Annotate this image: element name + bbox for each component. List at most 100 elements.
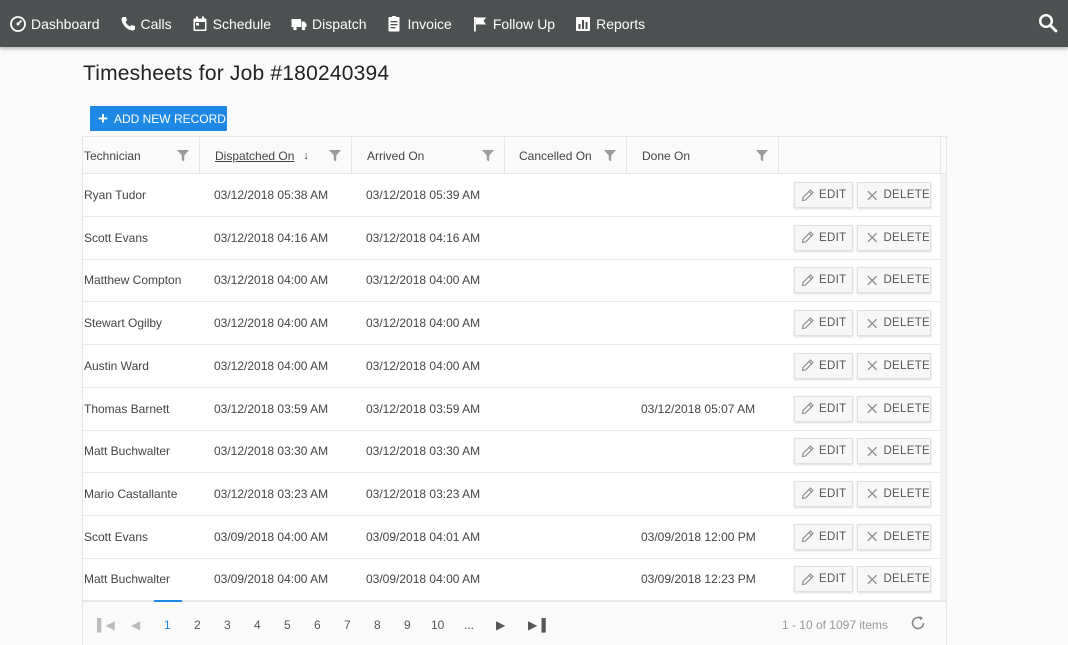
delete-button[interactable]: DELETE xyxy=(857,267,931,294)
delete-button[interactable]: DELETE xyxy=(857,352,931,379)
cell-arrived: 03/12/2018 04:00 AM xyxy=(366,273,481,288)
cell-technician: Matt Buchwalter xyxy=(84,572,171,587)
table-row: Thomas Barnett 03/12/2018 03:59 AM 03/12/2… xyxy=(83,388,946,431)
edit-label: EDIT xyxy=(819,487,847,500)
refresh-icon[interactable] xyxy=(910,615,926,631)
nav-calls[interactable]: Calls xyxy=(120,0,172,47)
cell-technician: Austin Ward xyxy=(84,358,149,373)
column-header-done-on[interactable]: Done On xyxy=(627,137,779,174)
edit-button[interactable]: EDIT xyxy=(794,438,853,465)
nav-follow-up[interactable]: Follow Up xyxy=(472,0,555,47)
close-icon xyxy=(867,275,877,286)
edit-label: EDIT xyxy=(819,317,847,330)
nav-reports[interactable]: Reports xyxy=(575,0,645,47)
dashboard-icon xyxy=(10,15,26,32)
table-row: Mario Castallante 03/12/2018 03:23 AM 03/1… xyxy=(83,473,946,516)
plus-icon: + xyxy=(98,109,108,128)
cell-arrived: 03/09/2018 04:00 AM xyxy=(366,572,481,587)
page-2-button[interactable]: 2 xyxy=(194,618,201,632)
previous-page-button[interactable]: ◀ xyxy=(131,618,140,632)
filter-icon[interactable] xyxy=(482,150,494,162)
delete-button[interactable]: DELETE xyxy=(857,480,931,507)
delete-button[interactable]: DELETE xyxy=(857,395,931,422)
cell-dispatched: 03/12/2018 03:59 AM xyxy=(214,401,329,416)
pencil-icon xyxy=(801,444,814,457)
cell-arrived: 03/12/2018 04:00 AM xyxy=(366,316,481,331)
close-icon xyxy=(867,318,877,328)
nav-label: Follow Up xyxy=(492,15,556,32)
nav-dashboard[interactable]: Dashboard xyxy=(10,0,100,47)
edit-button[interactable]: EDIT xyxy=(794,182,853,208)
page-ellipsis-button[interactable]: ... xyxy=(464,618,474,632)
edit-button[interactable]: EDIT xyxy=(794,267,853,294)
cell-dispatched: 03/12/2018 04:16 AM xyxy=(214,230,329,245)
first-page-button[interactable]: ▌◀ xyxy=(97,618,115,632)
table-row: Matt Buchwalter 03/09/2018 04:00 AM 03/09/… xyxy=(83,558,946,602)
cell-dispatched: 03/12/2018 04:00 AM xyxy=(214,316,329,331)
cell-technician: Stewart Ogilby xyxy=(84,316,163,331)
edit-button[interactable]: EDIT xyxy=(794,480,853,507)
edit-button[interactable]: EDIT xyxy=(794,352,853,379)
edit-label: EDIT xyxy=(819,530,847,543)
edit-button[interactable]: EDIT xyxy=(794,523,853,550)
nav-schedule[interactable]: Schedule xyxy=(192,0,271,47)
page-3-button[interactable]: 3 xyxy=(224,618,231,632)
page-1-button[interactable]: 1 xyxy=(164,618,171,632)
cell-dispatched: 03/09/2018 04:00 AM xyxy=(214,529,329,544)
column-header-actions xyxy=(779,137,941,174)
calendar-icon xyxy=(192,16,208,32)
timesheets-grid: Technician Dispatched On ↓ Arrived On Ca… xyxy=(82,136,947,645)
delete-button[interactable]: DELETE xyxy=(857,310,931,337)
edit-button[interactable]: EDIT xyxy=(794,395,853,422)
delete-label: DELETE xyxy=(883,402,930,415)
delete-label: DELETE xyxy=(883,317,930,330)
edit-button[interactable]: EDIT xyxy=(794,310,853,337)
cell-arrived: 03/12/2018 03:30 AM xyxy=(366,444,481,459)
cell-arrived: 03/12/2018 04:00 AM xyxy=(366,358,481,373)
edit-button[interactable]: EDIT xyxy=(794,224,853,251)
scrollbar-track[interactable] xyxy=(940,174,946,600)
delete-label: DELETE xyxy=(883,530,930,543)
page-4-button[interactable]: 4 xyxy=(254,618,261,632)
column-header-dispatched-on[interactable]: Dispatched On ↓ xyxy=(200,137,352,174)
last-page-button[interactable]: ▶▐ xyxy=(528,618,546,632)
column-header-technician[interactable]: Technician xyxy=(83,137,200,174)
cell-arrived: 03/12/2018 04:16 AM xyxy=(366,230,481,245)
pager-info: 1 - 10 of 1097 items xyxy=(781,618,888,632)
pencil-icon xyxy=(801,573,814,585)
page-10-button[interactable]: 10 xyxy=(431,618,444,632)
cell-technician: Ryan Tudor xyxy=(84,188,147,202)
next-page-button[interactable]: ▶ xyxy=(496,618,505,632)
page-title: Timesheets for Job #180240394 xyxy=(83,62,390,85)
filter-icon[interactable] xyxy=(177,150,189,162)
add-new-record-button[interactable]: + ADD NEW RECORD xyxy=(90,106,227,131)
nav-invoice[interactable]: Invoice xyxy=(386,0,452,47)
close-icon xyxy=(867,574,877,585)
delete-button[interactable]: DELETE xyxy=(857,438,931,465)
edit-label: EDIT xyxy=(819,359,847,372)
delete-button[interactable]: DELETE xyxy=(857,182,931,208)
column-header-arrived-on[interactable]: Arrived On xyxy=(352,137,505,174)
delete-button[interactable]: DELETE xyxy=(857,566,931,593)
delete-button[interactable]: DELETE xyxy=(857,224,931,251)
page-7-button[interactable]: 7 xyxy=(344,618,351,632)
edit-button[interactable]: EDIT xyxy=(794,566,853,593)
delete-button[interactable]: DELETE xyxy=(857,523,931,550)
page-9-button[interactable]: 9 xyxy=(404,618,411,632)
nav-label: Schedule xyxy=(212,15,272,32)
phone-icon xyxy=(120,16,136,32)
pencil-icon xyxy=(801,231,814,244)
filter-icon[interactable] xyxy=(329,150,341,162)
table-row: Scott Evans 03/12/2018 04:16 AM 03/12/2018… xyxy=(83,217,946,260)
search-icon[interactable] xyxy=(1038,13,1058,33)
column-label: Arrived On xyxy=(367,148,425,163)
delete-label: DELETE xyxy=(883,359,930,372)
column-header-cancelled-on[interactable]: Cancelled On xyxy=(505,137,627,174)
sort-descending-icon: ↓ xyxy=(303,149,309,162)
filter-icon[interactable] xyxy=(604,150,616,162)
nav-dispatch[interactable]: Dispatch xyxy=(291,0,366,47)
filter-icon[interactable] xyxy=(756,150,768,162)
page-6-button[interactable]: 6 xyxy=(314,618,321,632)
page-8-button[interactable]: 8 xyxy=(374,618,381,632)
page-5-button[interactable]: 5 xyxy=(284,618,291,632)
